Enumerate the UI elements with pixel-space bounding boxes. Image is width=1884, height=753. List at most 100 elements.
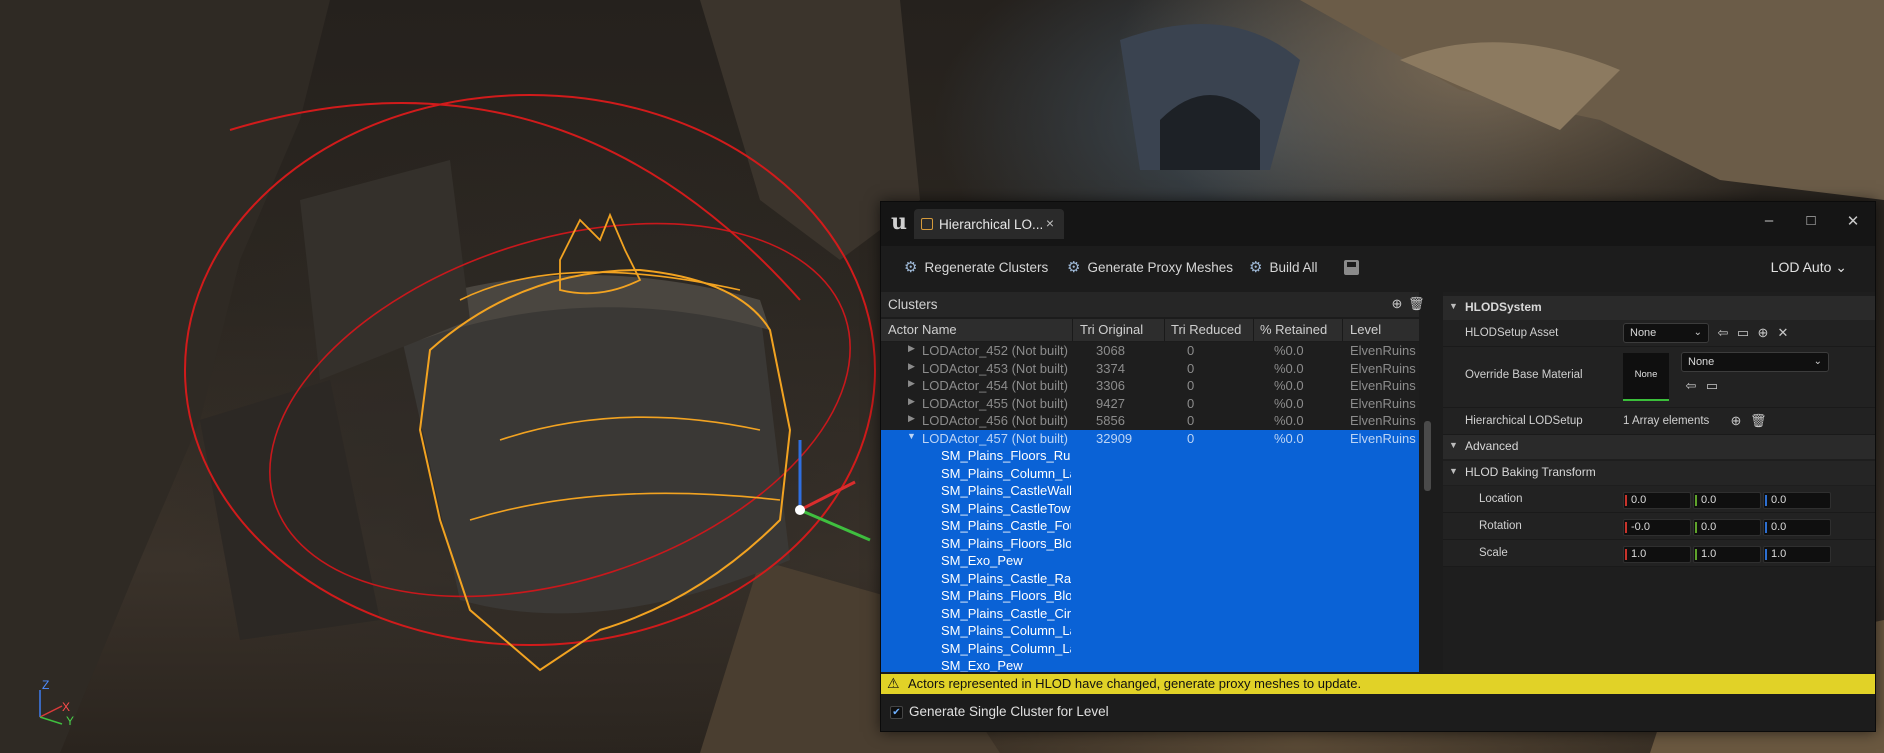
generate-single-cluster-label[interactable]: Generate Single Cluster for Level (909, 704, 1109, 719)
section-advanced[interactable]: ▼ Advanced (1443, 435, 1875, 459)
expand-arrow-icon[interactable]: ▶ (908, 361, 915, 372)
expand-arrow-icon[interactable]: ▶ (908, 343, 915, 354)
unreal-logo-icon: u (891, 209, 907, 235)
hlod-window: u Hierarchical LO... × – □ ✕ ⚙ Regenerat… (880, 201, 1876, 732)
regenerate-clusters-button[interactable]: ⚙ Regenerate Clusters (904, 258, 1048, 276)
table-row[interactable]: ▶ LODActor_455 (Not built) 9427 0 %0.0 E… (881, 395, 1419, 413)
prop-label: Override Base Material (1465, 369, 1583, 381)
child-mesh-row[interactable]: SM_Plains_Column_La (881, 464, 1419, 482)
child-mesh-row[interactable]: SM_Plains_Castle_Rail (881, 569, 1419, 587)
location-z-field[interactable]: 0.0 (1763, 492, 1831, 509)
clusters-table-header: Actor Name Tri Original Tri Reduced % Re… (881, 319, 1419, 341)
browse-folder-icon[interactable]: ▭ (1736, 326, 1750, 340)
col-retained[interactable]: % Retained (1260, 322, 1327, 337)
chevron-down-icon: ⌄ (1693, 327, 1702, 338)
title-bar[interactable]: u Hierarchical LO... × – □ ✕ (881, 202, 1875, 246)
use-selected-icon[interactable]: ⇦ (1684, 379, 1698, 393)
build-all-label: Build All (1269, 259, 1318, 275)
scale-y-field[interactable]: 1.0 (1693, 546, 1761, 563)
use-selected-icon[interactable]: ⇦ (1716, 326, 1730, 340)
section-title: HLODSystem (1465, 300, 1542, 314)
col-tri-original[interactable]: Tri Original (1080, 322, 1143, 337)
browse-folder-icon[interactable]: ▭ (1705, 379, 1719, 393)
col-level[interactable]: Level (1350, 322, 1381, 337)
section-hlod-system[interactable]: ▼ HLODSystem (1443, 296, 1875, 320)
prop-label: Location (1479, 493, 1523, 505)
child-mesh-row[interactable]: SM_Plains_CastleTowe (881, 499, 1419, 517)
location-x-field[interactable]: 0.0 (1623, 492, 1691, 509)
col-tri-reduced[interactable]: Tri Reduced (1171, 322, 1241, 337)
clusters-scrollbar[interactable] (1424, 421, 1431, 491)
generate-proxy-meshes-label: Generate Proxy Meshes (1087, 259, 1234, 275)
save-icon[interactable] (1344, 260, 1359, 275)
location-y-field[interactable]: 0.0 (1693, 492, 1761, 509)
child-mesh-row[interactable]: SM_Exo_Pew (881, 657, 1419, 672)
expand-arrow-icon[interactable]: ▶ (908, 396, 915, 407)
delete-elements-icon[interactable]: 🗑 (1750, 414, 1767, 428)
table-row[interactable]: ▶ LODActor_453 (Not built) 3374 0 %0.0 E… (881, 360, 1419, 378)
table-row[interactable]: ▶ LODActor_456 (Not built) 5856 0 %0.0 E… (881, 412, 1419, 430)
add-cluster-icon[interactable]: ⊕ (1390, 297, 1404, 311)
lod-mode-dropdown[interactable]: LOD Auto ⌄ (1771, 259, 1847, 276)
prop-rotation: Rotation -0.0 0.0 0.0 (1443, 513, 1875, 540)
child-mesh-row[interactable]: SM_Plains_Castle_Circ (881, 604, 1419, 622)
scale-x-field[interactable]: 1.0 (1623, 546, 1691, 563)
child-mesh-row[interactable]: SM_Plains_Column_La (881, 622, 1419, 640)
maximize-button[interactable]: □ (1799, 212, 1823, 229)
child-mesh-row[interactable]: SM_Plains_Floors_Bloc (881, 587, 1419, 605)
build-all-button[interactable]: ⚙ Build All (1249, 258, 1317, 276)
generate-proxy-meshes-button[interactable]: ⚙ Generate Proxy Meshes (1067, 258, 1233, 276)
chevron-down-icon: ⌄ (1813, 356, 1822, 367)
expand-arrow-icon[interactable]: ▶ (908, 413, 915, 424)
collapse-arrow-icon: ▼ (1449, 466, 1458, 476)
delete-cluster-icon[interactable]: 🗑 (1408, 297, 1425, 311)
axis-x-label: X (62, 700, 71, 714)
tab-hierarchical-lod[interactable]: Hierarchical LO... × (914, 209, 1064, 239)
section-title: Advanced (1465, 439, 1519, 453)
table-row[interactable]: ▶ LODActor_454 (Not built) 3306 0 %0.0 E… (881, 377, 1419, 395)
hlodsetup-asset-dropdown[interactable]: None ⌄ (1623, 323, 1709, 343)
clusters-header: Clusters ⊕ 🗑 (881, 292, 1425, 317)
prop-location: Location 0.0 0.0 0.0 (1443, 486, 1875, 513)
array-count: 1 Array elements (1623, 415, 1710, 427)
table-row[interactable]: ▶ LODActor_452 (Not built) 3068 0 %0.0 E… (881, 342, 1419, 360)
child-mesh-row[interactable]: SM_Plains_Column_La (881, 639, 1419, 657)
rotation-x-field[interactable]: -0.0 (1623, 519, 1691, 536)
child-mesh-row[interactable]: SM_Plains_Floors_Rubl (881, 447, 1419, 465)
clear-icon[interactable]: ✕ (1776, 326, 1790, 340)
details-panel: ▼ HLODSystem HLODSetup Asset None ⌄ ⇦ ▭ ⊕… (1443, 292, 1875, 672)
prop-label: Hierarchical LODSetup (1465, 415, 1583, 427)
collapse-arrow-icon: ▼ (1449, 440, 1458, 450)
child-mesh-row[interactable]: SM_Plains_Floors_Bloc (881, 534, 1419, 552)
axis-y-label: Y (66, 714, 75, 728)
warning-text: Actors represented in HLOD have changed,… (908, 676, 1362, 691)
rotation-y-field[interactable]: 0.0 (1693, 519, 1761, 536)
add-element-icon[interactable]: ⊕ (1729, 414, 1743, 428)
child-mesh-row[interactable]: SM_Plains_Castle_Four (881, 517, 1419, 535)
clusters-tree[interactable]: ▶ LODActor_452 (Not built) 3068 0 %0.0 E… (881, 342, 1419, 672)
footer: ✔ Generate Single Cluster for Level (881, 694, 1875, 731)
child-mesh-row[interactable]: SM_Exo_Pew (881, 552, 1419, 570)
collapse-arrow-icon: ▼ (1449, 301, 1458, 311)
rotation-z-field[interactable]: 0.0 (1763, 519, 1831, 536)
generate-single-cluster-checkbox[interactable]: ✔ (890, 706, 903, 719)
add-icon[interactable]: ⊕ (1756, 326, 1770, 340)
gear-icon: ⚙ (904, 259, 918, 276)
toolbar: ⚙ Regenerate Clusters ⚙ Generate Proxy M… (881, 246, 1875, 290)
section-hlod-baking-transform[interactable]: ▼ HLOD Baking Transform (1443, 461, 1875, 485)
axis-z-label: Z (42, 678, 50, 692)
gear-icon: ⚙ (1067, 259, 1081, 276)
tab-close-icon[interactable]: × (1046, 215, 1054, 231)
table-row-selected[interactable]: ▼ LODActor_457 (Not built) 32909 0 %0.0 … (881, 429, 1419, 447)
expand-arrow-icon[interactable]: ▶ (908, 378, 915, 389)
override-material-dropdown[interactable]: None ⌄ (1681, 352, 1829, 372)
minimize-button[interactable]: – (1757, 212, 1781, 229)
warning-icon: ⚠ (887, 675, 900, 691)
child-mesh-row[interactable]: SM_Plains_CastleWall_ (881, 482, 1419, 500)
col-actor-name[interactable]: Actor Name (888, 322, 957, 337)
collapse-arrow-icon[interactable]: ▼ (907, 431, 916, 441)
prop-label: HLODSetup Asset (1465, 327, 1559, 339)
material-thumbnail[interactable]: None (1623, 353, 1669, 401)
scale-z-field[interactable]: 1.0 (1763, 546, 1831, 563)
close-window-button[interactable]: ✕ (1841, 212, 1865, 230)
